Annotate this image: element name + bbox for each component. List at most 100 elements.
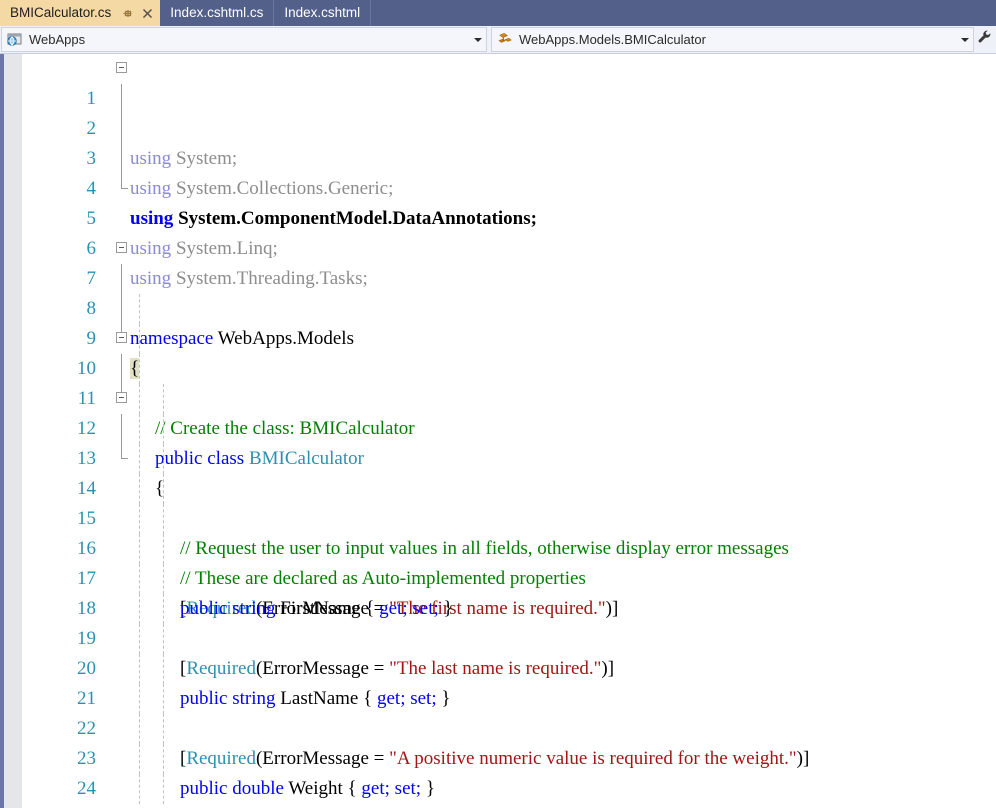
code-line: 25 [0,774,996,804]
tab-action-icons [121,7,154,20]
indent-guide [163,384,164,414]
indent-guide [139,774,140,804]
line-number: 25 [0,804,96,808]
indent-guide [163,744,164,774]
indent-guide [139,324,140,354]
editor-tab-strip: BMICalculator.cs Index.cshtml.cs Index.c… [0,0,996,26]
outlining-marker[interactable] [114,234,130,264]
code-line: 9 // Create the class: BMICalculator [0,294,996,439]
chevron-down-icon[interactable] [470,36,486,44]
indent-guide [139,384,140,414]
indent-guide [139,294,140,324]
code-line: 23 [Required(ErrorMessage = "A positive … [0,714,996,769]
fold-collapse-icon[interactable] [116,392,127,403]
code-text-area[interactable]: 1 using System; 2 using System.Collectio… [0,54,996,808]
outlining-marker [114,84,130,114]
project-dropdown-value: WebApps [29,32,86,47]
outlining-marker [114,294,130,324]
outlining-marker [114,144,130,174]
fold-collapse-icon[interactable] [116,62,127,73]
indent-guide [163,774,164,804]
indent-guide [163,564,164,594]
indent-guide [139,444,140,474]
tab-index-cshtml-cs[interactable]: Index.cshtml.cs [160,0,275,26]
indent-guide [163,684,164,714]
pin-icon[interactable] [121,7,134,20]
indent-guide [163,534,164,564]
fold-collapse-icon[interactable] [116,242,127,253]
indent-guide [163,714,164,744]
outline-vline-end [121,444,128,459]
outlining-marker [114,414,130,444]
code-line: 1 using System; [0,54,996,169]
tab-label: Index.cshtml.cs [170,5,264,21]
editor-navigation-bar: WebApps WebApps.Models.BMICalculator [0,26,996,54]
code-line: 7 namespace WebApps.Models [0,234,996,349]
outline-vline [121,144,122,174]
close-icon[interactable] [141,7,154,20]
outlining-marker[interactable] [114,384,130,414]
indent-guide [163,654,164,684]
code-line: 11 { [0,354,996,499]
wrench-icon [977,29,993,50]
outlining-marker [114,444,130,474]
indent-guide [139,534,140,564]
indent-guide [139,744,140,774]
indent-guide [163,504,164,534]
project-web-icon [6,32,24,48]
indent-guide [139,354,140,384]
outline-vline-end [121,174,128,189]
code-line: 12 // Request the user to input values i… [0,384,996,559]
code-line: 21 public double Weight { get; set; } [0,654,996,799]
code-line: 20 [Required(ErrorMessage = "A positive … [0,624,996,769]
editor-tool-button[interactable] [974,26,996,53]
indent-guide [163,444,164,474]
outline-vline [121,84,122,114]
fold-collapse-icon[interactable] [116,332,127,343]
class-icon [496,32,514,48]
outline-vline [121,414,122,444]
code-editor[interactable]: 1 using System; 2 using System.Collectio… [0,54,996,808]
code-line: 15 public string FirstName { get; set; } [0,474,996,619]
code-line: 18 public string LastName { get; set; } [0,564,996,709]
outline-vline [121,114,122,144]
code-line: 14 [Required(ErrorMessage = "The first n… [0,444,996,619]
indent-guide [163,414,164,444]
indent-guide [139,684,140,714]
indent-guide [139,714,140,744]
outlining-marker [114,264,130,294]
outline-vline [121,294,122,324]
member-dropdown[interactable]: WebApps.Models.BMICalculator [491,27,974,52]
indent-guide [163,594,164,624]
outlining-marker [114,174,130,204]
code-line: 16 [0,504,996,559]
code-line: 10 public class BMICalculator [0,324,996,469]
tab-index-cshtml[interactable]: Index.cshtml [274,0,372,26]
outlining-marker[interactable] [114,54,130,84]
code-line: 3 using System.ComponentModel.DataAnnota… [0,114,996,229]
outlining-marker[interactable] [114,324,130,354]
code-line: 19 [0,594,996,649]
outline-vline [121,264,122,294]
indent-guide [163,624,164,654]
outlining-marker [114,114,130,144]
tab-label: Index.cshtml [284,5,361,21]
member-dropdown-value: WebApps.Models.BMICalculator [519,32,706,47]
indent-guide [139,594,140,624]
code-line: 8 { [0,264,996,379]
indent-guide [139,564,140,594]
code-line: 17 [Required(ErrorMessage = "The last na… [0,534,996,679]
tab-label: BMICalculator.cs [10,5,112,21]
code-line: 6 [0,204,996,259]
indent-guide [139,414,140,444]
indent-guide [139,474,140,504]
code-line: 22 [0,684,996,739]
chevron-down-icon[interactable] [957,36,973,44]
code-line: 5 using System.Threading.Tasks; [0,174,996,289]
project-dropdown[interactable]: WebApps [1,27,487,52]
outline-vline [121,354,122,384]
tab-bmicalculator-cs[interactable]: BMICalculator.cs [0,0,161,26]
code-line: 2 using System.Collections.Generic; [0,84,996,199]
code-line: 24 public double Height { get; set; } [0,744,996,799]
indent-guide [139,654,140,684]
